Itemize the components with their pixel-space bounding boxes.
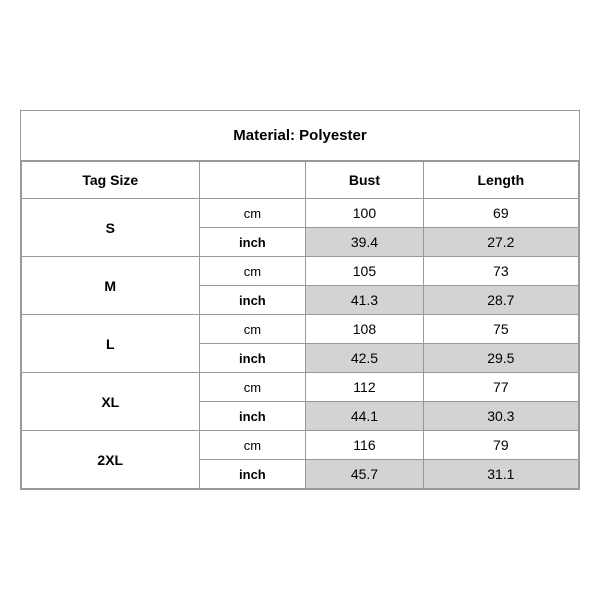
unit-label-inch: inch <box>199 344 306 373</box>
unit-label-cm: cm <box>199 373 306 402</box>
table-row: Scm10069 <box>22 199 579 228</box>
bust-value-cm: 100 <box>306 199 423 228</box>
bust-value-cm: 105 <box>306 257 423 286</box>
tag-size-cell: M <box>22 257 200 315</box>
length-value-cm: 77 <box>423 373 578 402</box>
size-table: Tag Size Bust Length Scm10069inch39.427.… <box>21 161 579 489</box>
length-value-inch: 29.5 <box>423 344 578 373</box>
tag-size-cell: S <box>22 199 200 257</box>
length-value-inch: 27.2 <box>423 228 578 257</box>
table-row: Mcm10573 <box>22 257 579 286</box>
unit-label-cm: cm <box>199 431 306 460</box>
length-value-cm: 75 <box>423 315 578 344</box>
bust-value-inch: 39.4 <box>306 228 423 257</box>
chart-title: Material: Polyester <box>21 111 579 161</box>
bust-value-inch: 41.3 <box>306 286 423 315</box>
size-chart: Material: Polyester Tag Size Bust Length… <box>20 110 580 490</box>
header-bust: Bust <box>306 162 423 199</box>
unit-label-inch: inch <box>199 460 306 489</box>
header-tag-size: Tag Size <box>22 162 200 199</box>
bust-value-cm: 112 <box>306 373 423 402</box>
unit-label-cm: cm <box>199 257 306 286</box>
table-row: Lcm10875 <box>22 315 579 344</box>
unit-label-inch: inch <box>199 228 306 257</box>
length-value-cm: 79 <box>423 431 578 460</box>
table-row: 2XLcm11679 <box>22 431 579 460</box>
unit-label-inch: inch <box>199 286 306 315</box>
length-value-inch: 31.1 <box>423 460 578 489</box>
bust-value-inch: 45.7 <box>306 460 423 489</box>
unit-label-cm: cm <box>199 199 306 228</box>
table-row: XLcm11277 <box>22 373 579 402</box>
length-value-cm: 69 <box>423 199 578 228</box>
tag-size-cell: 2XL <box>22 431 200 489</box>
bust-value-cm: 116 <box>306 431 423 460</box>
bust-value-inch: 42.5 <box>306 344 423 373</box>
unit-label-cm: cm <box>199 315 306 344</box>
tag-size-cell: L <box>22 315 200 373</box>
header-unit <box>199 162 306 199</box>
bust-value-inch: 44.1 <box>306 402 423 431</box>
length-value-inch: 30.3 <box>423 402 578 431</box>
unit-label-inch: inch <box>199 402 306 431</box>
length-value-cm: 73 <box>423 257 578 286</box>
bust-value-cm: 108 <box>306 315 423 344</box>
tag-size-cell: XL <box>22 373 200 431</box>
length-value-inch: 28.7 <box>423 286 578 315</box>
header-length: Length <box>423 162 578 199</box>
